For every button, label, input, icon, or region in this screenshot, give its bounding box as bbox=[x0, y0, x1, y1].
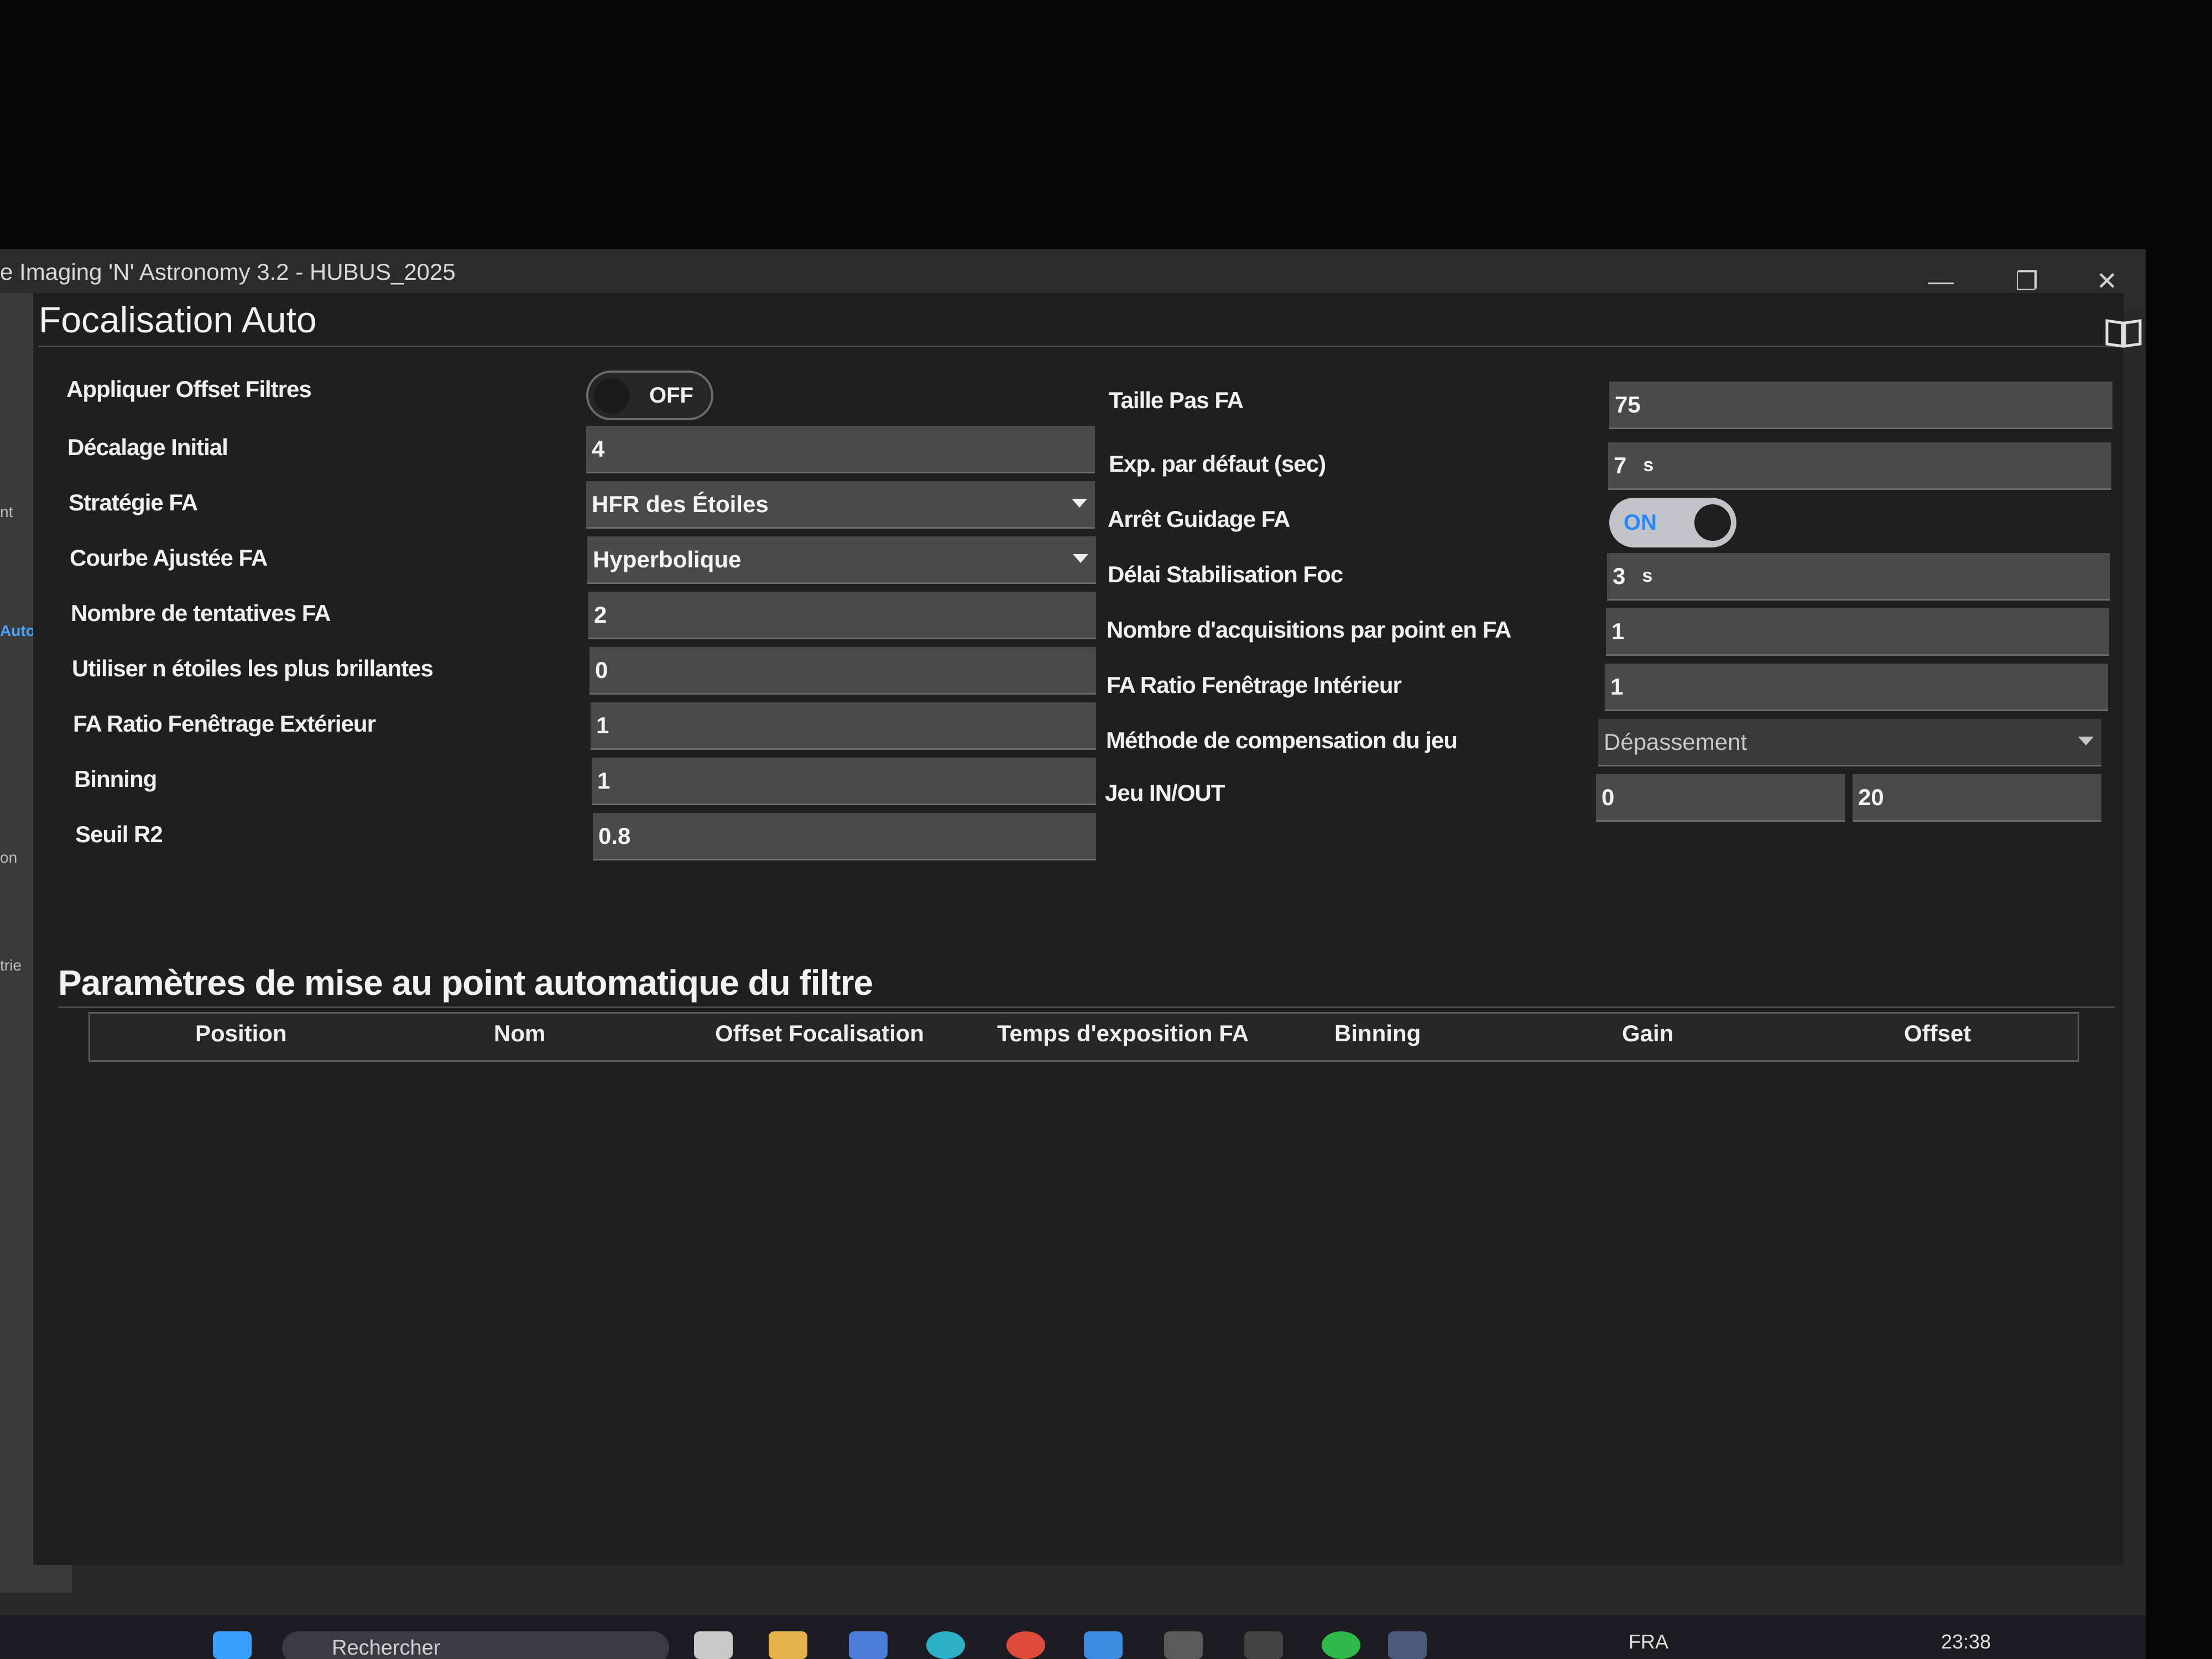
af-attempts-input[interactable]: 2 bbox=[588, 592, 1096, 639]
clock[interactable]: 23:38 bbox=[1941, 1630, 1991, 1653]
filter-table-body bbox=[88, 1065, 2079, 1551]
column-header-af-exposure[interactable]: Temps d'exposition FA bbox=[997, 1020, 1249, 1047]
column-header-name[interactable]: Nom bbox=[494, 1020, 545, 1047]
minimize-button[interactable]: — bbox=[1919, 264, 1963, 298]
frames-per-point-label: Nombre d'acquisitions par point en FA bbox=[1107, 617, 1511, 643]
divider bbox=[58, 1006, 2115, 1008]
chrome-icon[interactable] bbox=[1006, 1631, 1045, 1659]
stop-guiding-toggle[interactable]: ON bbox=[1609, 498, 1736, 547]
seconds-unit: s bbox=[1642, 565, 1653, 586]
backlash-method-value: Dépassement bbox=[1604, 728, 1747, 755]
af-curve-label: Courbe Ajustée FA bbox=[70, 545, 268, 571]
binning-input[interactable]: 1 bbox=[592, 758, 1096, 805]
page-title: Focalisation Auto bbox=[39, 299, 317, 340]
focuser-settle-label: Délai Stabilisation Foc bbox=[1108, 561, 1343, 587]
af-step-size-input[interactable]: 75 bbox=[1609, 382, 2112, 429]
apply-filter-offset-toggle[interactable]: OFF bbox=[586, 371, 713, 420]
r2-threshold-label: Seuil R2 bbox=[75, 821, 163, 847]
column-header-position[interactable]: Position bbox=[195, 1020, 287, 1047]
af-curve-value: Hyperbolique bbox=[593, 546, 742, 572]
backlash-method-dropdown[interactable]: Dépassement bbox=[1598, 719, 2101, 766]
search-placeholder: Rechercher bbox=[332, 1636, 441, 1659]
binning-label: Binning bbox=[74, 766, 157, 792]
divider bbox=[39, 346, 2118, 347]
column-header-gain[interactable]: Gain bbox=[1622, 1020, 1673, 1047]
book-icon[interactable] bbox=[2104, 315, 2143, 348]
column-header-binning[interactable]: Binning bbox=[1334, 1020, 1421, 1047]
sidebar-item[interactable]: on bbox=[0, 849, 17, 867]
window-title: e Imaging 'N' Astronomy 3.2 - HUBUS_2025 bbox=[0, 259, 456, 285]
initial-offset-label: Décalage Initial bbox=[67, 434, 228, 460]
focuser-settle-value: 3 bbox=[1613, 562, 1626, 589]
taskbar: Rechercher FRA 23:38 bbox=[0, 1615, 2146, 1659]
autofocus-panel: Focalisation Auto Appliquer Offset Filtr… bbox=[33, 293, 2142, 1565]
default-exposure-input[interactable]: 7 s bbox=[1608, 442, 2111, 490]
toggle-state: ON bbox=[1624, 510, 1657, 535]
chevron-down-icon bbox=[2078, 737, 2094, 745]
brightest-stars-label: Utiliser n étoiles les plus brillantes bbox=[72, 655, 434, 681]
taskbar-search[interactable]: Rechercher bbox=[282, 1631, 669, 1659]
maximize-button[interactable]: ❐ bbox=[2005, 264, 2049, 298]
r2-threshold-input[interactable]: 0.8 bbox=[593, 813, 1096, 860]
windows-start-icon[interactable] bbox=[213, 1631, 252, 1659]
task-view-icon[interactable] bbox=[694, 1631, 733, 1659]
toggle-knob bbox=[1694, 504, 1731, 541]
app-icon[interactable] bbox=[849, 1631, 888, 1659]
outer-crop-ratio-input[interactable]: 1 bbox=[591, 702, 1096, 750]
app-icon[interactable] bbox=[1164, 1631, 1203, 1659]
language-indicator[interactable]: FRA bbox=[1629, 1630, 1668, 1653]
sidebar-item-autofocus[interactable]: Auto bbox=[0, 622, 35, 640]
stop-guiding-label: Arrêt Guidage FA bbox=[1108, 506, 1290, 532]
app-icon[interactable] bbox=[1322, 1631, 1360, 1659]
toggle-state: OFF bbox=[649, 383, 693, 408]
filter-table-header: Position Nom Offset Focalisation Temps d… bbox=[88, 1012, 2079, 1062]
file-explorer-icon[interactable] bbox=[769, 1631, 807, 1659]
af-attempts-label: Nombre de tentatives FA bbox=[71, 600, 331, 626]
chevron-down-icon bbox=[1072, 499, 1087, 508]
inner-crop-ratio-label: FA Ratio Fenêtrage Intérieur bbox=[1107, 672, 1402, 698]
default-exposure-value: 7 bbox=[1614, 452, 1627, 478]
backlash-in-input[interactable]: 0 bbox=[1596, 774, 1845, 822]
backlash-out-input[interactable]: 20 bbox=[1853, 774, 2101, 822]
column-header-offset[interactable]: Offset bbox=[1904, 1020, 1971, 1047]
frames-per-point-input[interactable]: 1 bbox=[1606, 608, 2109, 656]
close-button[interactable]: ✕ bbox=[2085, 264, 2129, 298]
column-header-focus-offset[interactable]: Offset Focalisation bbox=[715, 1020, 924, 1047]
sidebar-item[interactable]: trie bbox=[0, 957, 22, 974]
brightest-stars-input[interactable]: 0 bbox=[589, 647, 1096, 695]
sidebar-item[interactable]: nt bbox=[0, 503, 13, 521]
focuser-settle-input[interactable]: 3 s bbox=[1607, 553, 2110, 601]
af-strategy-label: Stratégie FA bbox=[69, 489, 198, 515]
backlash-inout-label: Jeu IN/OUT bbox=[1105, 780, 1225, 806]
af-curve-dropdown[interactable]: Hyperbolique bbox=[587, 536, 1096, 584]
default-exposure-label: Exp. par défaut (sec) bbox=[1109, 451, 1326, 477]
apply-filter-offset-label: Appliquer Offset Filtres bbox=[66, 376, 312, 402]
af-strategy-dropdown[interactable]: HFR des Étoiles bbox=[586, 481, 1095, 529]
initial-offset-input[interactable]: 4 bbox=[586, 426, 1095, 473]
app-icon[interactable] bbox=[1084, 1631, 1123, 1659]
screen: e Imaging 'N' Astronomy 3.2 - HUBUS_2025… bbox=[0, 249, 2146, 1659]
filter-settings-title: Paramètres de mise au point automatique … bbox=[58, 963, 873, 1003]
seconds-unit: s bbox=[1643, 455, 1654, 476]
chevron-down-icon bbox=[1073, 554, 1088, 563]
backlash-method-label: Méthode de compensation du jeu bbox=[1106, 727, 1458, 753]
app-icon[interactable] bbox=[1244, 1631, 1283, 1659]
outer-crop-ratio-label: FA Ratio Fenêtrage Extérieur bbox=[73, 711, 376, 737]
inner-crop-ratio-input[interactable]: 1 bbox=[1605, 664, 2108, 711]
af-step-size-label: Taille Pas FA bbox=[1109, 387, 1244, 413]
nina-app-icon[interactable] bbox=[1388, 1631, 1427, 1659]
edge-icon[interactable] bbox=[926, 1631, 965, 1659]
toggle-knob bbox=[594, 378, 629, 414]
af-strategy-value: HFR des Étoiles bbox=[592, 491, 769, 517]
